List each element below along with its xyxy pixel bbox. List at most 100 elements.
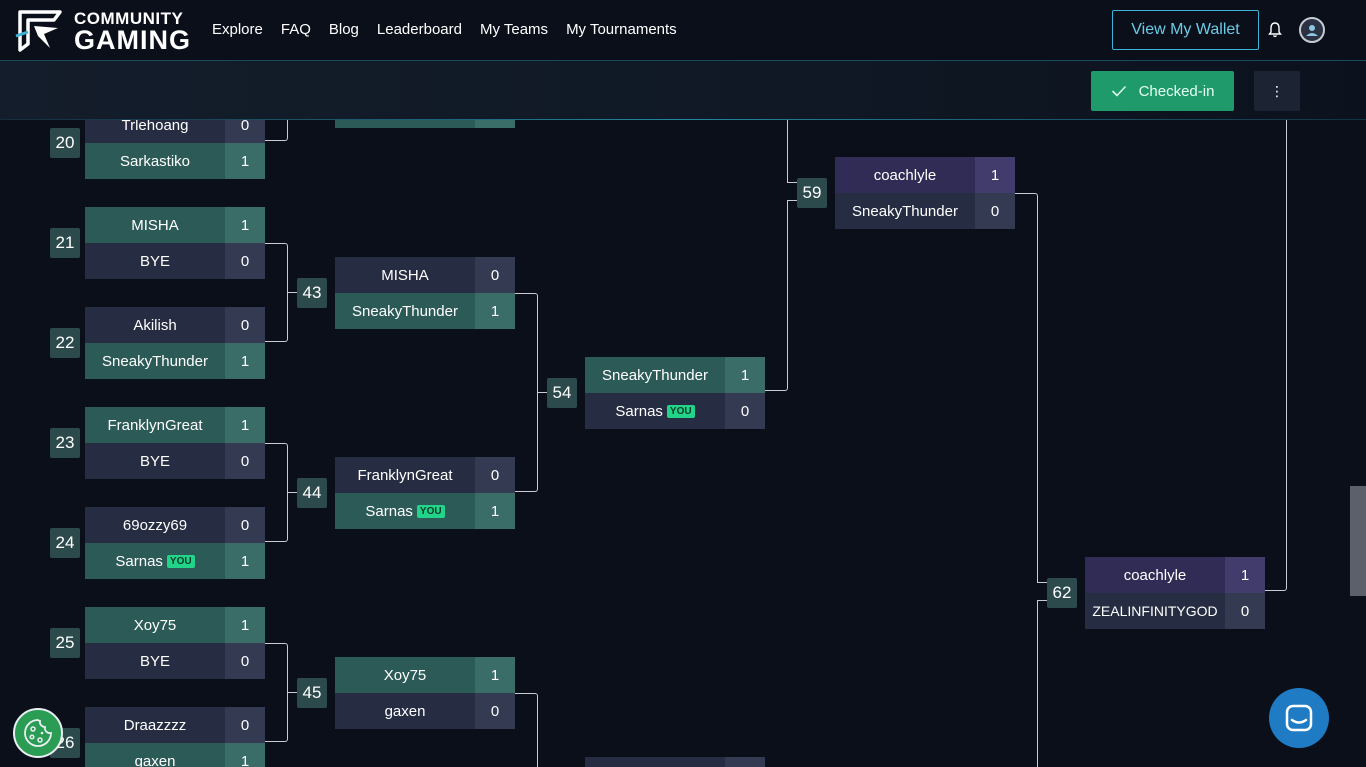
match-slot[interactable]: Akilish 0 <box>85 307 265 343</box>
match-slot[interactable]: Xoy75 1 <box>85 607 265 643</box>
more-options-button[interactable]: ⋮ <box>1254 71 1300 111</box>
match-slot[interactable]: MISHA 1 <box>85 207 265 243</box>
nav-explore[interactable]: Explore <box>212 21 263 38</box>
match-slot[interactable]: ZEALINFINITYGOD 0 <box>1085 593 1265 629</box>
match-45[interactable]: Xoy75 1 gaxen 0 <box>335 657 515 729</box>
player-name: BYE <box>85 443 225 479</box>
match-slot[interactable]: BYE 0 <box>85 443 265 479</box>
match-22[interactable]: Akilish 0 SneakyThunder 1 <box>85 307 265 379</box>
bracket-connector <box>765 200 788 391</box>
logo-icon <box>15 10 62 52</box>
you-badge: YOU <box>416 504 445 518</box>
player-score: 0 <box>725 393 765 429</box>
match-slot[interactable]: FranklynGreat 0 <box>335 457 515 493</box>
match-44[interactable]: FranklynGreat 0 Sarnas YOU 1 <box>335 457 515 529</box>
player-name <box>585 757 725 767</box>
match-number: 59 <box>797 178 827 208</box>
user-icon <box>1306 25 1318 36</box>
bracket-connector <box>515 293 538 392</box>
match-slot[interactable]: SneakyThunder 1 <box>335 293 515 329</box>
player-name: gaxen <box>335 693 475 729</box>
user-avatar[interactable] <box>1299 17 1325 43</box>
brand-line2: GAMING <box>74 25 191 55</box>
nav-faq[interactable]: FAQ <box>281 21 311 38</box>
player-name-with-badge: Sarnas YOU <box>85 543 225 579</box>
match-62[interactable]: coachlyle 1 ZEALINFINITYGOD 0 <box>1085 557 1265 629</box>
player-score: 1 <box>475 657 515 693</box>
match-slot[interactable]: Sarnas YOU 0 <box>585 393 765 429</box>
player-name-with-badge: Sarnas YOU <box>585 393 725 429</box>
tournament-action-bar: Checked-in ⋮ <box>0 60 1366 120</box>
match-slot[interactable]: gaxen 0 <box>335 693 515 729</box>
match-slot[interactable]: coachlyle 1 <box>835 157 1015 193</box>
bracket-connector <box>765 120 788 200</box>
player-name: Akilish <box>85 307 225 343</box>
player-score: 1 <box>225 143 265 179</box>
match-slot[interactable]: MISHA 0 <box>335 257 515 293</box>
view-wallet-button[interactable]: View My Wallet <box>1112 10 1259 50</box>
match-partial[interactable] <box>585 757 765 767</box>
player-score: 1 <box>225 343 265 379</box>
player-score: 1 <box>725 357 765 393</box>
player-score <box>725 757 765 767</box>
match-slot[interactable]: Sarnas YOU 1 <box>335 493 515 529</box>
match-slot[interactable]: Draazzzz 0 <box>85 707 265 743</box>
top-navbar: COMMUNITY GAMING Explore FAQ Blog Leader… <box>0 0 1366 60</box>
match-slot[interactable]: BYE 0 <box>85 643 265 679</box>
match-slot[interactable]: FranklynGreat 1 <box>85 407 265 443</box>
match-number: 24 <box>50 528 80 558</box>
match-54[interactable]: SneakyThunder 1 Sarnas YOU 0 <box>585 357 765 429</box>
checked-in-label: Checked-in <box>1138 82 1215 100</box>
brand-wordmark: COMMUNITY GAMING <box>74 10 191 54</box>
scrollbar-thumb[interactable] <box>1350 486 1366 596</box>
match-slot[interactable]: Sarkastiko 1 <box>85 143 265 179</box>
nav-leaderboard[interactable]: Leaderboard <box>377 21 462 38</box>
bracket-connector <box>787 120 788 182</box>
brand-logo[interactable]: COMMUNITY GAMING <box>14 6 190 54</box>
match-26[interactable]: Draazzzz 0 gaxen 1 <box>85 707 265 767</box>
checked-in-button[interactable]: Checked-in <box>1091 71 1234 111</box>
nav-my-teams[interactable]: My Teams <box>480 21 548 38</box>
match-number: 43 <box>297 278 327 308</box>
player-name: Xoy75 <box>85 607 225 643</box>
player-score: 0 <box>1225 593 1265 629</box>
player-name-with-badge: Sarnas YOU <box>335 493 475 529</box>
match-slot <box>585 757 765 767</box>
match-number: 44 <box>297 478 327 508</box>
match-slot[interactable]: coachlyle 1 <box>1085 557 1265 593</box>
bracket-connector <box>265 120 288 141</box>
match-25[interactable]: Xoy75 1 BYE 0 <box>85 607 265 679</box>
match-21[interactable]: MISHA 1 BYE 0 <box>85 207 265 279</box>
match-slot[interactable]: 69ozzy69 0 <box>85 507 265 543</box>
player-score: 1 <box>225 407 265 443</box>
main-nav: Explore FAQ Blog Leaderboard My Teams My… <box>212 21 677 38</box>
nav-my-tournaments[interactable]: My Tournaments <box>566 21 677 38</box>
player-name: Sarnas <box>115 552 163 570</box>
player-score: 0 <box>225 507 265 543</box>
match-slot[interactable]: BYE 0 <box>85 243 265 279</box>
player-name: BYE <box>85 243 225 279</box>
match-number: 62 <box>1047 578 1077 608</box>
player-name: coachlyle <box>835 157 975 193</box>
match-59[interactable]: coachlyle 1 SneakyThunder 0 <box>835 157 1015 229</box>
match-23[interactable]: FranklynGreat 1 BYE 0 <box>85 407 265 479</box>
player-score: 1 <box>475 493 515 529</box>
match-24[interactable]: 69ozzy69 0 Sarnas YOU 1 <box>85 507 265 579</box>
check-icon <box>1111 85 1126 97</box>
match-slot[interactable]: SneakyThunder 0 <box>835 193 1015 229</box>
bell-icon[interactable] <box>1266 20 1284 40</box>
bracket-connector <box>265 292 288 342</box>
match-number: 22 <box>50 328 80 358</box>
nav-blog[interactable]: Blog <box>329 21 359 38</box>
cookie-settings-button[interactable] <box>13 708 63 758</box>
match-slot[interactable]: SneakyThunder 1 <box>85 343 265 379</box>
match-slot[interactable]: gaxen 1 <box>85 743 265 767</box>
player-score: 1 <box>225 743 265 767</box>
match-slot[interactable]: SneakyThunder 1 <box>585 357 765 393</box>
match-slot[interactable]: Xoy75 1 <box>335 657 515 693</box>
player-score: 1 <box>1225 557 1265 593</box>
match-43[interactable]: MISHA 0 SneakyThunder 1 <box>335 257 515 329</box>
player-name: FranklynGreat <box>85 407 225 443</box>
chat-launcher-button[interactable] <box>1269 688 1329 748</box>
match-slot[interactable]: Sarnas YOU 1 <box>85 543 265 579</box>
